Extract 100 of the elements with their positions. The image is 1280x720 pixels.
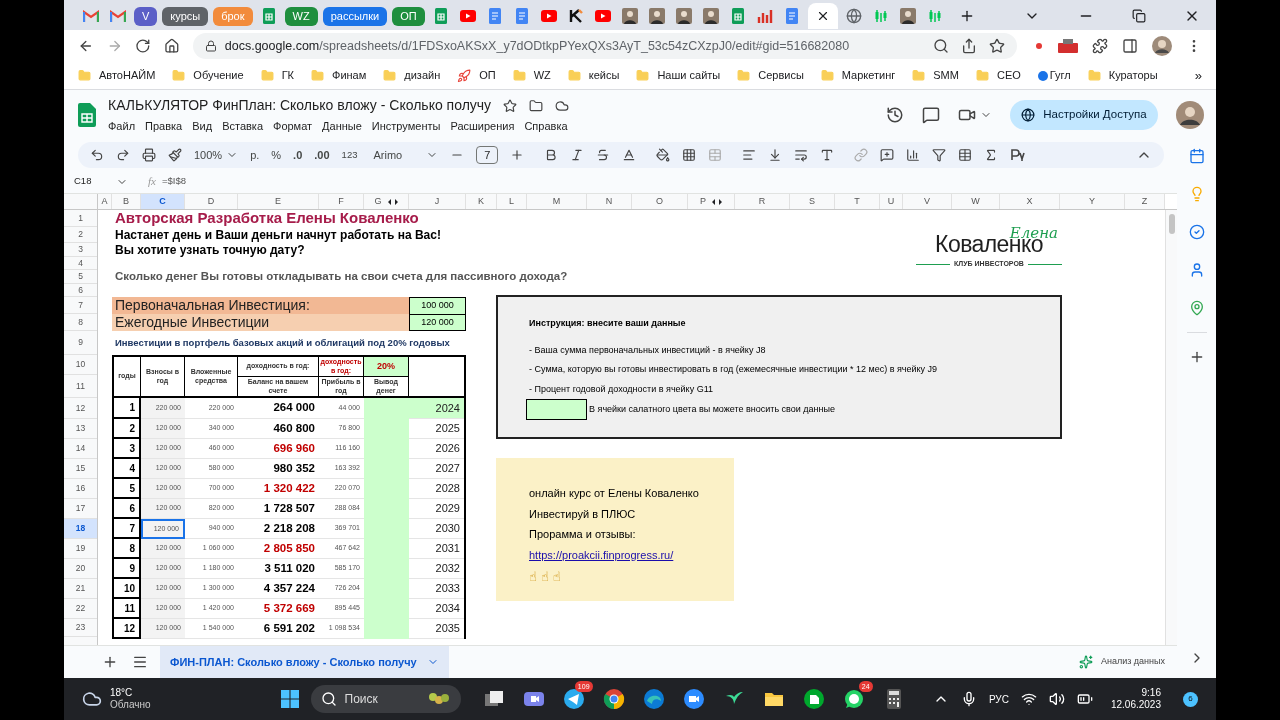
- formula-field[interactable]: =$I$8: [161, 174, 186, 189]
- column-header[interactable]: B: [112, 194, 141, 209]
- row-header[interactable]: 21: [64, 579, 97, 599]
- column-header[interactable]: C: [141, 194, 185, 209]
- fill-color-icon[interactable]: [656, 148, 671, 162]
- filter-icon[interactable]: [932, 148, 947, 162]
- bookmark[interactable]: ОП: [457, 67, 496, 84]
- extensions-icon[interactable]: [1092, 38, 1108, 54]
- column-header[interactable]: T: [835, 194, 880, 209]
- row-header[interactable]: 7: [64, 297, 97, 314]
- percent-button[interactable]: %: [271, 146, 282, 164]
- bookmark[interactable]: Финам: [311, 67, 367, 84]
- row-header[interactable]: 16: [64, 479, 97, 499]
- row-header[interactable]: 5: [64, 270, 97, 284]
- row-header[interactable]: 8: [64, 314, 97, 331]
- bookmark[interactable]: WZ: [512, 67, 551, 84]
- row-header[interactable]: 12: [64, 398, 97, 419]
- extension-icon[interactable]: [1058, 39, 1078, 53]
- wave-app-icon[interactable]: [642, 688, 665, 710]
- side-panel-icon[interactable]: [1122, 38, 1138, 54]
- star-icon[interactable]: [503, 98, 518, 113]
- browser-tab[interactable]: V: [134, 6, 158, 26]
- input-cell[interactable]: 100 000: [409, 297, 466, 314]
- bookmark-star-icon[interactable]: [989, 38, 1005, 54]
- chart-icon[interactable]: [906, 148, 921, 162]
- bookmark[interactable]: Обучение: [172, 67, 244, 84]
- column-header[interactable]: U: [880, 194, 903, 209]
- increase-decimals-button[interactable]: .00: [314, 146, 330, 164]
- wrap-icon[interactable]: [794, 148, 809, 162]
- column-header[interactable]: E: [238, 194, 319, 209]
- column-header[interactable]: L: [497, 194, 527, 209]
- menu-item[interactable]: Данные: [322, 118, 362, 135]
- menu-item[interactable]: Правка: [145, 118, 183, 135]
- menu-item[interactable]: Формат: [273, 118, 313, 135]
- bookmark[interactable]: Сервисы: [737, 67, 804, 84]
- bookmark[interactable]: дизайн: [383, 67, 441, 84]
- text-color-icon[interactable]: [622, 148, 637, 162]
- currency-button[interactable]: р.: [250, 146, 260, 164]
- row-header[interactable]: 18: [64, 519, 97, 539]
- input-cell[interactable]: 120 000: [409, 314, 466, 331]
- increase-size-icon[interactable]: [510, 148, 525, 162]
- withdraw-cell[interactable]: [364, 619, 409, 639]
- avatar-icon[interactable]: [1176, 101, 1204, 129]
- cloud-icon[interactable]: [555, 98, 570, 113]
- wifi-icon[interactable]: [1020, 691, 1037, 707]
- undo-icon[interactable]: [90, 148, 104, 162]
- search-icon[interactable]: [933, 38, 949, 54]
- column-header[interactable]: S: [790, 194, 835, 209]
- share-icon[interactable]: [961, 38, 977, 54]
- print-icon[interactable]: [142, 148, 156, 162]
- hidden-columns-icon[interactable]: [387, 198, 398, 205]
- row-header[interactable]: 14: [64, 439, 97, 459]
- column-header[interactable]: D: [185, 194, 238, 209]
- row-header[interactable]: 15: [64, 459, 97, 479]
- format-button[interactable]: 123: [341, 147, 358, 163]
- bookmark[interactable]: кейсы: [567, 67, 620, 84]
- column-header[interactable]: V: [903, 194, 952, 209]
- column-header[interactable]: A: [98, 194, 112, 209]
- move-icon[interactable]: [529, 98, 544, 113]
- avatar-icon[interactable]: [1152, 36, 1172, 56]
- column-header[interactable]: R: [735, 194, 790, 209]
- bookmark[interactable]: Маркетинг: [820, 67, 896, 84]
- rate-cell[interactable]: 20%: [364, 357, 408, 377]
- column-header[interactable]: M: [527, 194, 587, 209]
- add-sheet-icon[interactable]: [102, 654, 118, 670]
- menu-item[interactable]: Вставка: [222, 118, 263, 135]
- name-box[interactable]: C18: [74, 174, 132, 189]
- reload-icon[interactable]: [135, 38, 152, 54]
- bookmark[interactable]: ГК: [260, 67, 294, 84]
- browser-tab[interactable]: курсы: [162, 6, 209, 26]
- bookmark[interactable]: СЕО: [975, 67, 1021, 84]
- italic-icon[interactable]: [570, 148, 585, 162]
- input-tools-icon[interactable]: [1010, 149, 1027, 161]
- document-title[interactable]: КАЛЬКУЛЯТОР ФинПлан: Сколько вложу - Сколько получу: [108, 95, 492, 117]
- back-icon[interactable]: [78, 38, 94, 54]
- paper-plane-app-icon[interactable]: [562, 688, 585, 710]
- column-header[interactable]: J: [409, 194, 466, 209]
- comment-icon[interactable]: [880, 148, 895, 162]
- course-link[interactable]: https://proakcii.finprogress.ru/: [529, 546, 734, 567]
- bookmark[interactable]: SMM: [912, 67, 959, 84]
- row-header[interactable]: 22: [64, 599, 97, 619]
- menu-item[interactable]: Вид: [192, 118, 213, 135]
- borders-icon[interactable]: [682, 148, 697, 162]
- scrollbar-thumb[interactable]: [1168, 214, 1175, 234]
- elephant-app-icon[interactable]: [802, 688, 825, 710]
- row-header[interactable]: 9: [64, 331, 97, 355]
- sheets-logo-icon[interactable]: [78, 103, 96, 127]
- row-header[interactable]: 20: [64, 559, 97, 579]
- notification-badge[interactable]: 6: [1183, 691, 1198, 707]
- more-bookmarks[interactable]: »: [1194, 65, 1202, 86]
- address-bar[interactable]: docs.google.com/spreadsheets/d/1FDSxoAKSxX_y7dODtkpPYexQXs3AyT_53c54zCXzpJ0/edit#gid=516682080: [192, 33, 1017, 59]
- column-header[interactable]: Z: [1125, 194, 1165, 209]
- strikethrough-icon[interactable]: [596, 148, 611, 162]
- explore-button[interactable]: Анализ данных: [1078, 655, 1165, 669]
- row-header[interactable]: 10: [64, 355, 97, 375]
- bookmark[interactable]: АвтоНАЙМ: [78, 67, 156, 84]
- sheet-tab[interactable]: ФИН-ПЛАН: Сколько вложу - Сколько получу: [160, 645, 449, 679]
- bookmark[interactable]: Гугл: [1037, 67, 1071, 84]
- menu-item[interactable]: Файл: [108, 118, 136, 135]
- column-header[interactable]: P: [688, 194, 735, 209]
